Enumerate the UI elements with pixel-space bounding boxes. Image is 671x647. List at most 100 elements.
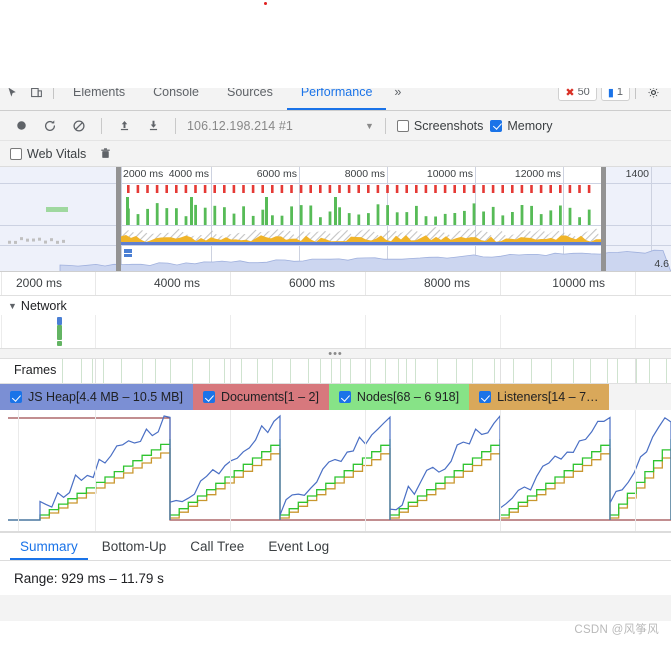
- chevron-down-icon[interactable]: ▼: [365, 121, 374, 131]
- frame-tick[interactable]: [472, 359, 473, 383]
- frame-tick[interactable]: [573, 359, 574, 383]
- memory-chart-svg: [8, 414, 671, 521]
- frame-tick[interactable]: [531, 359, 532, 383]
- frame-tick[interactable]: [103, 359, 104, 383]
- device-toggle-icon[interactable]: [24, 88, 48, 104]
- counter-js-heap[interactable]: JS Heap[4.4 MB – 10.5 MB]: [0, 384, 193, 410]
- memory-checkbox[interactable]: Memory: [490, 119, 553, 133]
- summary-pane: [0, 621, 671, 647]
- tab-event-log[interactable]: Event Log: [258, 535, 339, 560]
- frame-tick[interactable]: [320, 359, 321, 383]
- web-vitals-checkbox[interactable]: Web Vitals: [10, 147, 86, 161]
- devtools-tabstrip: Elements Console Sources Performance » ✖…: [0, 88, 671, 111]
- frame-tick[interactable]: [142, 359, 143, 383]
- counter-nodes-label: Nodes[68 – 6 918]: [356, 390, 460, 404]
- tab-sources[interactable]: Sources: [213, 88, 287, 110]
- frame-tick[interactable]: [290, 359, 291, 383]
- series-documents: [8, 417, 671, 521]
- frame-tick[interactable]: [617, 359, 618, 383]
- web-vitals-checkbox-box: [10, 147, 22, 160]
- timeline-overview[interactable]: 2000 ms 4000 ms 6000 ms 8000 ms 10000 ms 1200…: [0, 167, 671, 272]
- frame-tick[interactable]: [340, 359, 341, 383]
- frame-tick[interactable]: [666, 359, 667, 383]
- frame-tick[interactable]: [272, 359, 273, 383]
- frame-tick[interactable]: [62, 359, 63, 383]
- error-badge[interactable]: ✖ 50: [558, 88, 597, 101]
- overview-window-handle-left[interactable]: [116, 167, 121, 271]
- tab-performance[interactable]: Performance: [287, 88, 387, 110]
- details-tabbar: Summary Bottom-Up Call Tree Event Log: [0, 532, 671, 561]
- network-request-bar[interactable]: [57, 317, 62, 325]
- frame-tick[interactable]: [121, 359, 122, 383]
- frame-tick[interactable]: [331, 359, 332, 383]
- warning-badge[interactable]: ▮ 1: [600, 88, 630, 101]
- frames-divider: [95, 359, 96, 383]
- frame-tick[interactable]: [257, 359, 258, 383]
- frame-tick[interactable]: [209, 359, 210, 383]
- tab-overflow-button[interactable]: »: [386, 88, 409, 110]
- screenshots-checkbox[interactable]: Screenshots: [396, 119, 483, 133]
- track-resizer[interactable]: •••: [0, 348, 671, 360]
- inspect-icon[interactable]: [0, 88, 24, 104]
- frame-tick[interactable]: [385, 359, 386, 383]
- frame-tick[interactable]: [155, 359, 156, 383]
- series-listeners: [8, 448, 671, 521]
- overview-tick-label: 4000 ms: [168, 168, 209, 180]
- watermark: CSDN @风筝风: [574, 624, 659, 636]
- counter-documents[interactable]: Documents[1 – 2]: [192, 384, 329, 410]
- network-track[interactable]: ▼ Network: [0, 296, 671, 348]
- tab-call-tree[interactable]: Call Tree: [180, 535, 254, 560]
- tab-elements[interactable]: Elements: [59, 88, 139, 110]
- recording-selector-label[interactable]: 106.12.198.214 #1: [187, 119, 293, 133]
- counter-listeners[interactable]: Listeners[14 – 7…: [469, 384, 609, 410]
- network-request-bar[interactable]: [57, 325, 62, 340]
- timeline-tick-label: 4000 ms: [153, 276, 200, 290]
- warning-count: 1: [616, 88, 623, 98]
- toolbar-divider-2: [175, 117, 176, 134]
- page-content-above-devtools: [0, 0, 671, 88]
- download-profile-icon[interactable]: [142, 115, 164, 137]
- network-divider: [500, 315, 501, 348]
- frame-tick[interactable]: [551, 359, 552, 383]
- frame-tick[interactable]: [456, 359, 457, 383]
- frame-tick[interactable]: [590, 359, 591, 383]
- frame-tick[interactable]: [92, 359, 93, 383]
- frame-tick[interactable]: [308, 359, 309, 383]
- clear-icon[interactable]: [68, 115, 90, 137]
- frame-tick[interactable]: [607, 359, 608, 383]
- frame-tick[interactable]: [81, 359, 82, 383]
- frame-tick[interactable]: [649, 359, 650, 383]
- tab-bottom-up[interactable]: Bottom-Up: [92, 535, 177, 560]
- network-track-header[interactable]: ▼ Network: [0, 296, 671, 315]
- network-request-bar[interactable]: [57, 341, 62, 346]
- frame-tick[interactable]: [415, 359, 416, 383]
- reload-record-icon[interactable]: [39, 115, 61, 137]
- tab-console[interactable]: Console: [139, 88, 213, 110]
- frame-tick[interactable]: [513, 359, 514, 383]
- network-divider: [365, 315, 366, 348]
- frame-tick[interactable]: [192, 359, 193, 383]
- frame-tick[interactable]: [406, 359, 407, 383]
- frame-tick[interactable]: [241, 359, 242, 383]
- overview-tick-label: 6000 ms: [256, 168, 297, 180]
- trash-icon[interactable]: [94, 143, 116, 165]
- overview-window-handle-right[interactable]: [601, 167, 606, 271]
- frame-tick[interactable]: [370, 359, 371, 383]
- tab-summary[interactable]: Summary: [10, 535, 88, 560]
- frame-tick[interactable]: [170, 359, 171, 383]
- frame-tick[interactable]: [224, 359, 225, 383]
- frame-tick[interactable]: [398, 359, 399, 383]
- frame-tick[interactable]: [636, 359, 637, 383]
- counter-nodes-checkbox: [338, 391, 351, 403]
- network-track-title: Network: [20, 299, 67, 313]
- performance-toolbar-row2: Web Vitals: [0, 141, 671, 167]
- frame-tick[interactable]: [350, 359, 351, 383]
- frames-track[interactable]: Frames: [0, 359, 671, 384]
- gear-icon[interactable]: [641, 88, 665, 104]
- record-circle-icon[interactable]: [10, 115, 32, 137]
- frame-tick[interactable]: [494, 359, 495, 383]
- counter-nodes[interactable]: Nodes[68 – 6 918]: [328, 384, 470, 410]
- frame-tick[interactable]: [437, 359, 438, 383]
- memory-checkbox-box: [490, 119, 503, 132]
- upload-profile-icon[interactable]: [113, 115, 135, 137]
